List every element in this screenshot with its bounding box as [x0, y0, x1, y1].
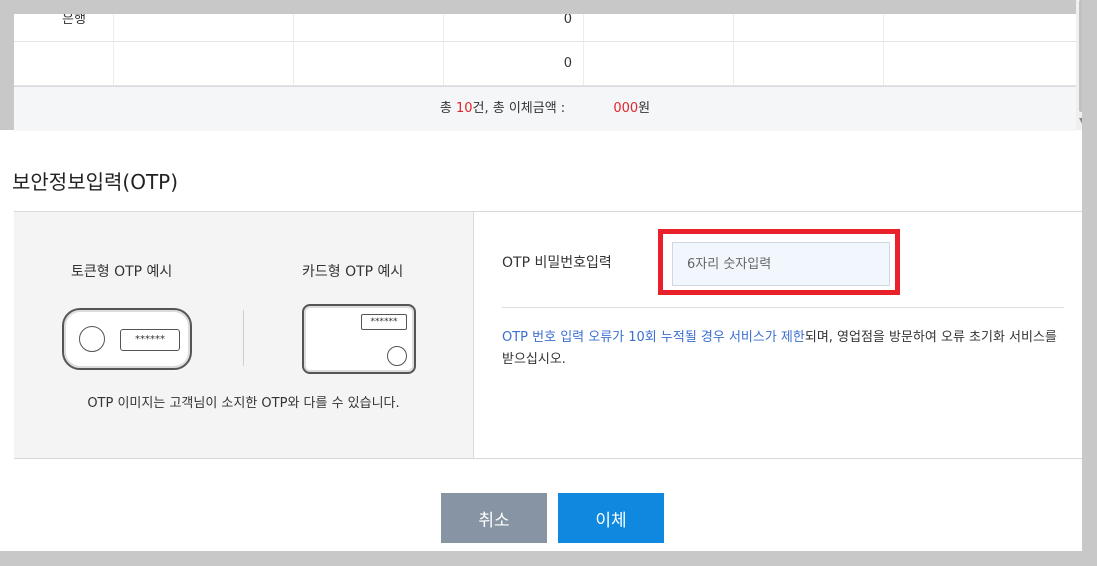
table-scrollbar[interactable]: ▼ — [1076, 0, 1082, 130]
table-cell — [733, 41, 884, 85]
divider — [502, 307, 1064, 308]
otp-password-input[interactable] — [672, 242, 890, 286]
token-otp-icon: ****** — [62, 308, 192, 370]
bank-cell — [14, 41, 114, 85]
otp-warning: OTP 번호 입력 오류가 10회 누적될 경우 서비스가 제한되며, 영업점을… — [502, 327, 1062, 371]
otp-input-panel: OTP 비밀번호입력 OTP 번호 입력 오류가 10회 누적될 경우 서비스가… — [474, 212, 1082, 458]
transfer-summary: 총 10건, 총 이체금액 : 000원 — [14, 86, 1076, 131]
otp-password-label: OTP 비밀번호입력 — [502, 255, 612, 271]
summary-currency: 원 — [638, 101, 651, 116]
card-otp-label: 카드형 OTP 예시 — [302, 264, 404, 280]
token-button-icon — [79, 326, 105, 352]
table-cell — [883, 41, 1076, 85]
transfer-button[interactable]: 이체 — [558, 493, 664, 543]
card-button-icon — [387, 346, 407, 366]
summary-label: 건, 총 이체금액 : — [472, 101, 570, 116]
card-screen: ****** — [361, 314, 407, 330]
warning-highlight: OTP 번호 입력 오류가 10회 누적될 경우 서비스가 제한 — [502, 330, 805, 345]
amount-cell: 0 — [443, 41, 584, 85]
bank-name: 은행 — [62, 12, 86, 27]
card-otp-icon: ****** — [302, 304, 416, 374]
section-title: 보안정보입력(OTP) — [12, 170, 179, 194]
backdrop-left — [0, 0, 14, 130]
transfer-table: 은행 0 0 총 10건, 총 이체금액 : 000원 — [14, 0, 1076, 131]
table-row: 0 — [14, 41, 1076, 86]
otp-example-panel: 토큰형 OTP 예시 카드형 OTP 예시 ****** ****** OTP … — [14, 212, 474, 458]
table-cell — [293, 41, 444, 85]
amount-value: 0 — [563, 12, 572, 27]
summary-amount: 000 — [613, 101, 639, 116]
cancel-button[interactable]: 취소 — [441, 493, 547, 543]
amount-value: 0 — [563, 56, 572, 71]
backdrop-top — [0, 0, 1082, 14]
example-divider — [243, 310, 244, 366]
summary-count: 10 — [455, 101, 473, 116]
token-otp-label: 토큰형 OTP 예시 — [71, 264, 173, 280]
table-cell — [113, 41, 294, 85]
otp-image-note: OTP 이미지는 고객님이 소지한 OTP와 다를 수 있습니다. — [87, 396, 400, 411]
transfer-modal: 은행 0 0 총 10건, 총 이체금액 : 000원 보안정보입력(OTP) … — [0, 0, 1082, 551]
scrollbar-thumb[interactable] — [1079, 0, 1082, 112]
otp-box: 토큰형 OTP 예시 카드형 OTP 예시 ****** ****** OTP … — [14, 211, 1082, 459]
scroll-down-arrow-icon[interactable]: ▼ — [1079, 116, 1082, 125]
summary-prefix: 총 — [439, 101, 456, 116]
token-screen: ****** — [120, 329, 180, 351]
table-cell — [583, 41, 734, 85]
